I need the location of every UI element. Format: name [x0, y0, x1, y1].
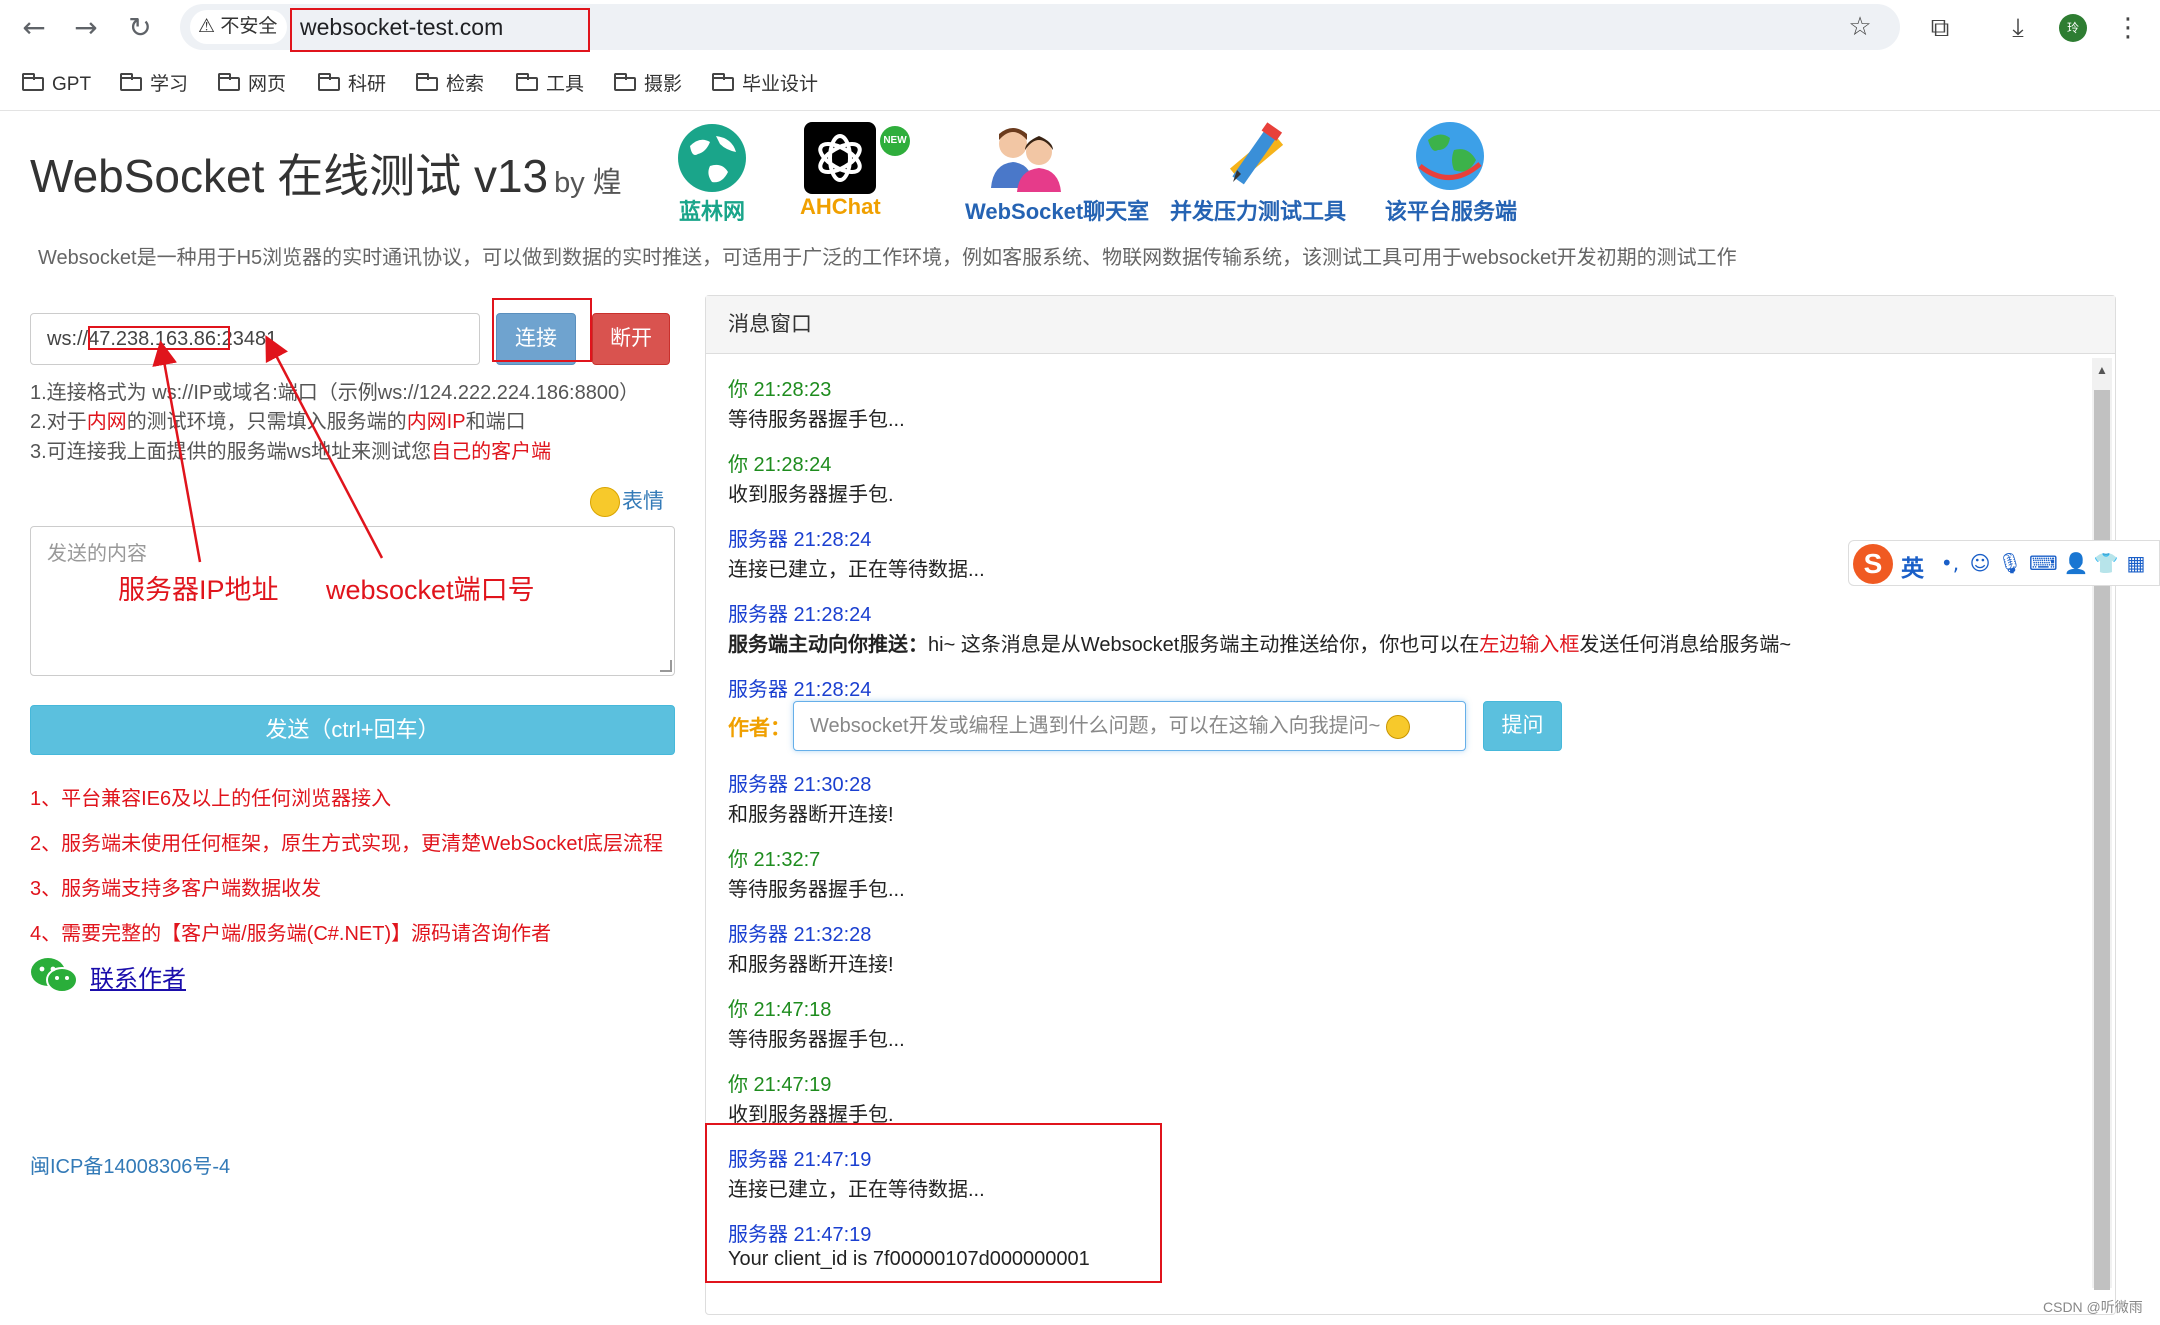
nav-label: 该平台服务端 [1385, 199, 1518, 224]
push-text: 发送任何消息给服务端~ [1579, 634, 1792, 656]
emoji-face-icon[interactable]: ☺ [1967, 550, 1993, 576]
menu-kebab-icon[interactable]: ⋮ [2110, 10, 2146, 46]
nav-stress-test[interactable]: 并发压力测试工具 [1170, 118, 1347, 228]
bookmark-label: 毕业设计 [742, 74, 819, 95]
wechat-icon [31, 958, 78, 993]
scroll-up-icon[interactable]: ▲ [2094, 360, 2110, 380]
ask-question-input[interactable]: Websocket开发或编程上遇到什么问题，可以在这输入向我提问~ [793, 701, 1466, 751]
message-body: 等待服务器握手包... [728, 409, 905, 431]
message-body: 连接已建立，正在等待数据... [728, 559, 985, 581]
keyboard-icon[interactable]: ⌨ [2029, 550, 2058, 576]
sogou-logo-icon[interactable]: S [1853, 544, 1893, 584]
feature-item: 3、服务端支持多客户端数据收发 [30, 878, 322, 900]
message-header: 你 21:32:7 [728, 849, 821, 871]
download-icon[interactable]: ⤓ [2000, 10, 2036, 46]
message-panel-title: 消息窗口 [706, 296, 2115, 354]
watermark: CSDN @听微雨 [2043, 1299, 2143, 1315]
nav-label: WebSocket聊天室 [965, 199, 1150, 224]
resize-handle-icon[interactable] [660, 660, 672, 672]
annotation-arrows [152, 335, 384, 563]
microphone-icon[interactable]: 🎙 [1997, 550, 2023, 576]
punctuation-icon[interactable]: •, [1937, 550, 1963, 576]
message-header: 服务器 21:28:24 [728, 604, 872, 626]
scrollbar-thumb[interactable] [2094, 390, 2110, 1290]
bookmark-star-icon[interactable]: ☆ [1842, 9, 1878, 45]
nav-ahchat[interactable]: NEW AHChat [800, 118, 910, 228]
push-text: hi~ 这条消息是从Websocket服务端主动推送给你，你也可以在 [928, 634, 1480, 656]
message-header: 你 21:47:18 [728, 999, 832, 1021]
ask-button[interactable]: 提问 [1483, 701, 1562, 751]
author-label: 作者： [728, 717, 791, 740]
shirt-icon[interactable]: 👕 [2093, 550, 2119, 576]
grid-icon[interactable]: ▦ [2123, 550, 2149, 576]
contact-link[interactable]: 联系作者 [90, 959, 186, 994]
pencil-ruler-icon [1229, 122, 1284, 185]
arrow-to-port [265, 335, 384, 559]
feature-item: 4、需要完整的【客户端/服务端(C#.NET)】源码请咨询作者 [30, 923, 552, 945]
message-header: 服务器 21:28:24 [728, 529, 872, 551]
avatar[interactable]: 玲 [2059, 14, 2087, 42]
message-header: 你 21:47:19 [728, 1074, 832, 1096]
push-bold: 服务端主动向你推送： [728, 634, 928, 656]
folder-icon [712, 73, 734, 91]
push-highlight: 左边输入框 [1479, 634, 1580, 656]
message-body: 收到服务器握手包. [728, 484, 894, 506]
message-header: 你 21:28:23 [728, 379, 832, 401]
users-icon [991, 128, 1061, 192]
icp-link[interactable]: 闽ICP备14008306号-4 [30, 1150, 230, 1179]
nav-chatroom[interactable]: WebSocket聊天室 [965, 118, 1150, 228]
ime-language[interactable]: 英 [1901, 549, 1924, 583]
extensions-icon[interactable]: ⧉ [1922, 10, 1958, 46]
nav-label: 并发压力测试工具 [1170, 199, 1347, 224]
feature-item: 2、服务端未使用任何框架，原生方式实现，更清楚WebSocket底层流程 [30, 833, 664, 855]
nav-label: AHChat [800, 194, 881, 219]
message-body: 等待服务器握手包... [728, 879, 905, 901]
message-header: 服务器 21:32:28 [728, 924, 872, 946]
feature-item: 1、平台兼容IE6及以上的任何浏览器接入 [30, 788, 392, 810]
ime-toolbar: S 英 •, ☺ 🎙 ⌨ 👤 👕 ▦ [1848, 540, 2160, 586]
ask-placeholder: Websocket开发或编程上遇到什么问题，可以在这输入向我提问~ [810, 715, 1381, 737]
bookmark-folder[interactable]: 毕业设计 [712, 68, 818, 102]
arrow-to-ip [152, 340, 202, 563]
user-icon[interactable]: 👤 [2063, 550, 2089, 576]
message-body: 和服务器断开连接! [728, 954, 894, 976]
send-button[interactable]: 发送（ctrl+回车） [30, 705, 675, 755]
push-message: 服务端主动向你推送：hi~ 这条消息是从Websocket服务端主动推送给你，你… [728, 628, 1791, 657]
new-badge: NEW [880, 126, 910, 156]
smiley-icon [1385, 714, 1410, 739]
message-body: 和服务器断开连接! [728, 804, 894, 826]
latest-messages-highlight-box [705, 1123, 1162, 1283]
message-header: 服务器 21:28:24 [728, 679, 872, 701]
message-header: 你 21:28:24 [728, 454, 832, 476]
earth-icon [1416, 122, 1484, 190]
message-body: 等待服务器握手包... [728, 1029, 905, 1051]
message-header: 服务器 21:30:28 [728, 774, 872, 796]
nav-server[interactable]: 该平台服务端 [1385, 118, 1518, 228]
openai-logo-icon [804, 122, 876, 194]
